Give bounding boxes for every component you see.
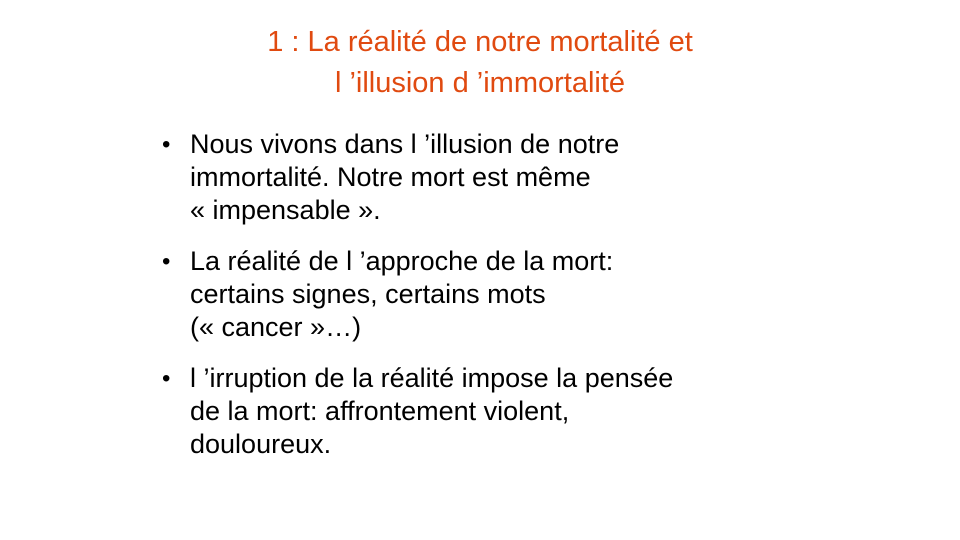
- slide-title: 1 : La réalité de notre mortalité et l ’…: [140, 22, 820, 104]
- bullet-item-2: • La réalité de l ’approche de la mort: …: [160, 245, 800, 344]
- bullet-2-line-3: (« cancer »…): [190, 312, 362, 342]
- bullet-1-line-3: « impensable ».: [190, 195, 381, 225]
- bullet-item-3: • l ’irruption de la réalité impose la p…: [160, 362, 800, 461]
- bullet-3-line-3: douloureux.: [190, 429, 332, 459]
- bullet-list: • Nous vivons dans l ’illusion de notre …: [160, 128, 800, 479]
- slide-title-line-2: l ’illusion d ’immortalité: [334, 67, 626, 99]
- bullet-item-1: • Nous vivons dans l ’illusion de notre …: [160, 128, 800, 227]
- bullet-dot-icon: •: [162, 131, 171, 158]
- bullet-2-line-1: La réalité de l ’approche de la mort:: [190, 246, 614, 276]
- bullet-1-line-1: Nous vivons dans l ’illusion de notre: [190, 129, 620, 159]
- bullet-dot-icon: •: [162, 365, 171, 392]
- slide: 1 : La réalité de notre mortalité et l ’…: [0, 0, 960, 540]
- bullet-3-line-2: de la mort: affrontement violent,: [190, 396, 570, 426]
- slide-title-line-1: 1 : La réalité de notre mortalité et: [267, 26, 693, 58]
- bullet-2-line-2: certains signes, certains mots: [190, 279, 546, 309]
- bullet-3-line-1: l ’irruption de la réalité impose la pen…: [190, 363, 674, 393]
- bullet-dot-icon: •: [162, 248, 171, 275]
- bullet-1-line-2: immortalité. Notre mort est même: [190, 162, 591, 192]
